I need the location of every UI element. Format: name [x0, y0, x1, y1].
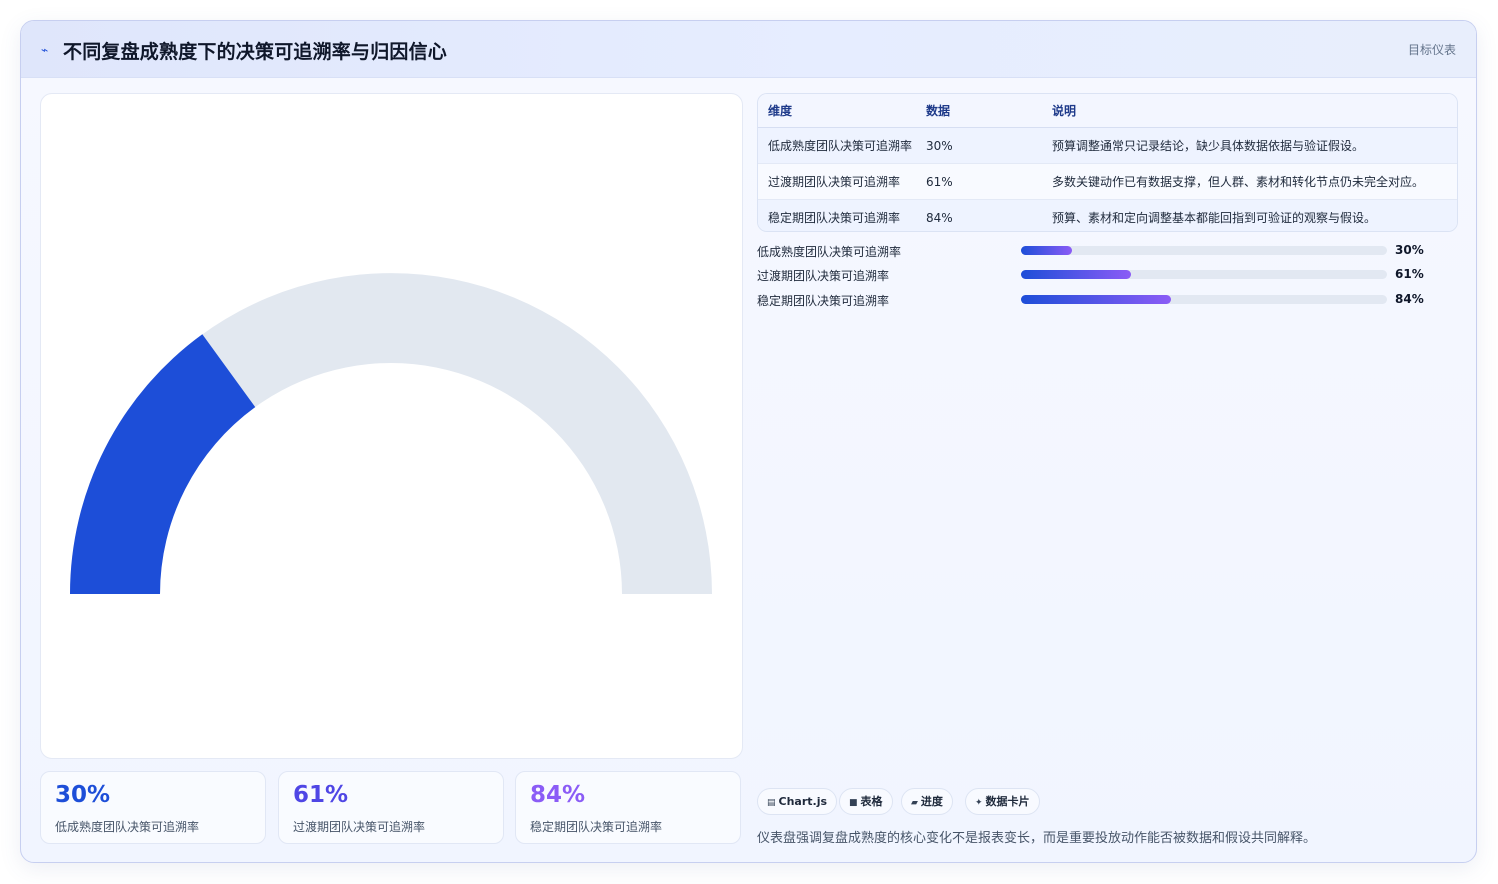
table-header-dimension: 维度: [758, 94, 926, 128]
kpi-label: 稳定期团队决策可追溯率: [530, 820, 663, 834]
chart-icon: ▤: [767, 798, 776, 808]
table-icon: ■: [849, 798, 858, 808]
gauge-value-arc: [70, 334, 256, 594]
chip-progress[interactable]: ▰ 进度: [901, 788, 953, 815]
kpi-card-stable: 84% 稳定期团队决策可追溯率: [515, 771, 741, 844]
chip-label: 表格: [860, 795, 883, 808]
progress-track: [1021, 246, 1387, 255]
table-cell-value: 84%: [926, 210, 953, 225]
kpi-card-low: 30% 低成熟度团队决策可追溯率: [40, 771, 266, 844]
table-cell-value: 61%: [926, 163, 1052, 200]
pulse-icon: ⌁: [41, 43, 49, 57]
chip-data-card[interactable]: ✦ 数据卡片: [965, 788, 1040, 815]
page-title: 不同复盘成熟度下的决策可追溯率与归因信心: [63, 41, 448, 63]
data-table: 维度 数据 说明 低成熟度团队决策可追溯率 30% 预算调整通常只记录结论，缺少…: [757, 93, 1458, 232]
table-cell-note: 多数关键动作已有数据支撑，但人群、素材和转化节点仍未完全对应。: [1052, 163, 1457, 200]
table-row: 低成熟度团队决策可追溯率 30% 预算调整通常只记录结论，缺少具体数据依据与验证…: [758, 127, 1457, 164]
progress-label: 过渡期团队决策可追溯率: [757, 269, 890, 283]
chip-label: 数据卡片: [985, 795, 1030, 808]
progress-row: 低成熟度团队决策可追溯率 30%: [757, 242, 1457, 260]
kpi-value: 84%: [530, 782, 586, 808]
progress-value: 84%: [1395, 292, 1424, 306]
table-cell-note: 预算调整通常只记录结论，缺少具体数据依据与验证假设。: [1052, 127, 1457, 164]
kpi-label: 低成熟度团队决策可追溯率: [55, 820, 200, 834]
progress-label: 低成熟度团队决策可追溯率: [757, 245, 902, 259]
kpi-value: 30%: [55, 782, 111, 808]
footer-note: 仪表盘强调复盘成熟度的核心变化不是报表变长，而是重要投放动作能否被数据和假设共同…: [757, 831, 1317, 846]
progress-track: [1021, 270, 1387, 279]
table-cell-dimension: 稳定期团队决策可追溯率: [768, 211, 901, 225]
chip-table[interactable]: ■ 表格: [839, 788, 893, 815]
kpi-label: 过渡期团队决策可追溯率: [293, 820, 426, 834]
kpi-card-transition: 61% 过渡期团队决策可追溯率: [278, 771, 504, 844]
table-cell-value: 30%: [926, 127, 1052, 164]
card-header: ⌁ 不同复盘成熟度下的决策可追溯率与归因信心 目标仪表: [21, 21, 1476, 78]
progress-track: [1021, 295, 1387, 304]
dashboard-type-tag: 目标仪表: [1407, 43, 1456, 57]
table-row: 稳定期团队决策可追溯率 84% 预算、素材和定向调整基本都能回指到可验证的观察与…: [758, 199, 1457, 231]
table-row: 过渡期团队决策可追溯率 61% 多数关键动作已有数据支撑，但人群、素材和转化节点…: [758, 163, 1457, 200]
table-header-data: 数据: [926, 94, 1052, 128]
dashboard-card: ⌁ 不同复盘成熟度下的决策可追溯率与归因信心 目标仪表 30% 低成熟度团队决策…: [20, 20, 1477, 863]
gauge-panel: [40, 93, 743, 759]
table-header-note: 说明: [1052, 94, 1457, 128]
progress-fill: [1021, 295, 1172, 304]
progress-label: 稳定期团队决策可追溯率: [757, 294, 890, 308]
table-cell-dimension: 过渡期团队决策可追溯率: [758, 163, 926, 200]
card-icon: ✦: [975, 798, 983, 808]
progress-fill: [1021, 246, 1073, 255]
progress-fill: [1021, 270, 1131, 279]
progress-row: 稳定期团队决策可追溯率 84%: [757, 291, 1457, 309]
progress-row: 过渡期团队决策可追溯率 61%: [757, 266, 1457, 284]
table-cell-dimension: 低成熟度团队决策可追溯率: [758, 127, 926, 164]
progress-icon: ▰: [911, 798, 918, 808]
table-header-row: 维度 数据 说明: [758, 94, 1457, 128]
chip-label: Chart.js: [778, 795, 828, 808]
progress-value: 61%: [1395, 267, 1424, 281]
progress-value: 30%: [1395, 243, 1424, 257]
chip-chartjs[interactable]: ▤ Chart.js: [757, 788, 838, 815]
gauge-chart: [70, 273, 712, 594]
kpi-value: 61%: [293, 782, 349, 808]
chip-label: 进度: [920, 795, 943, 808]
table-cell-note: 预算、素材和定向调整基本都能回指到可验证的观察与假设。: [1052, 211, 1377, 225]
